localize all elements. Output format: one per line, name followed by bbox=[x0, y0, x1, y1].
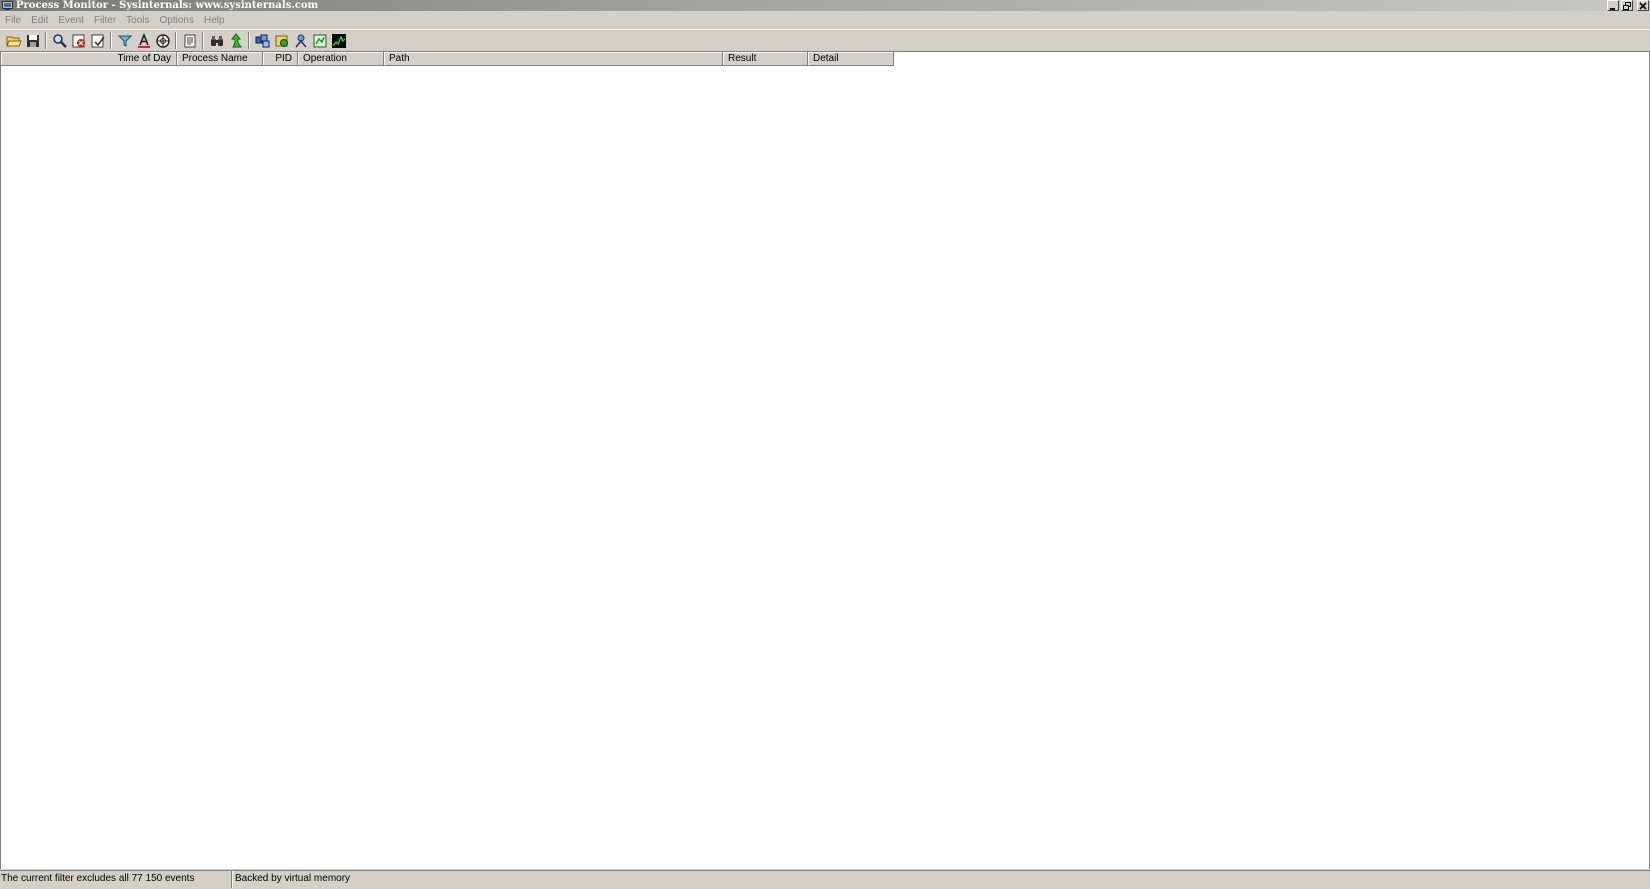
file-activity-button[interactable] bbox=[272, 31, 291, 50]
open-folder-icon bbox=[5, 36, 22, 46]
highlight-icon bbox=[137, 32, 150, 48]
menu-event[interactable]: Event bbox=[53, 13, 89, 29]
menu-bar: File Edit Event Filter Tools Options Hel… bbox=[0, 12, 1650, 29]
column-path[interactable]: Path bbox=[384, 52, 723, 66]
filter-icon bbox=[117, 35, 132, 47]
app-icon bbox=[2, 1, 13, 10]
menu-options[interactable]: Options bbox=[155, 13, 199, 29]
close-button[interactable] bbox=[1637, 0, 1649, 11]
toolbar-separator bbox=[45, 32, 47, 49]
menu-edit[interactable]: Edit bbox=[26, 13, 53, 29]
process-activity-icon bbox=[313, 34, 326, 47]
find-button[interactable] bbox=[207, 31, 226, 50]
registry-activity-icon bbox=[255, 34, 269, 47]
column-operation[interactable]: Operation bbox=[298, 52, 384, 66]
column-process-name[interactable]: Process Name bbox=[177, 52, 263, 66]
menu-tools[interactable]: Tools bbox=[121, 13, 154, 29]
minimize-button[interactable] bbox=[1607, 0, 1619, 11]
window-controls bbox=[1607, 0, 1649, 11]
status-memory-text: Backed by virtual memory bbox=[235, 873, 351, 884]
jump-to-button[interactable] bbox=[226, 31, 245, 50]
status-bar: The current filter excludes all 77 150 e… bbox=[0, 870, 1650, 889]
toolbar-separator bbox=[248, 32, 250, 49]
status-filter-text: The current filter excludes all 77 150 e… bbox=[0, 871, 232, 888]
network-activity-icon bbox=[294, 34, 307, 47]
open-button[interactable] bbox=[4, 31, 23, 50]
toolbar bbox=[0, 29, 1650, 51]
column-time-of-day[interactable]: Time of Day bbox=[1, 52, 177, 66]
capture-button[interactable] bbox=[50, 31, 69, 50]
toolbar-separator bbox=[202, 32, 204, 49]
event-list-body[interactable] bbox=[1, 66, 1650, 869]
column-detail[interactable]: Detail bbox=[808, 52, 894, 66]
column-header: Time of Day Process Name PID Operation P… bbox=[1, 52, 894, 66]
filter-button[interactable] bbox=[115, 31, 134, 50]
clear-button[interactable] bbox=[88, 31, 107, 50]
restore-icon bbox=[1623, 1, 1631, 10]
process-tree-icon bbox=[184, 34, 195, 47]
menu-file[interactable]: File bbox=[0, 13, 26, 29]
restore-button[interactable] bbox=[1621, 0, 1633, 11]
menu-filter[interactable]: Filter bbox=[89, 13, 121, 29]
autoscroll-icon bbox=[72, 34, 85, 47]
save-icon bbox=[26, 34, 39, 47]
include-process-button[interactable] bbox=[153, 31, 172, 50]
toolbar-separator bbox=[175, 32, 177, 49]
menu-help[interactable]: Help bbox=[199, 13, 230, 29]
column-pid[interactable]: PID bbox=[263, 52, 298, 66]
magnifier-icon bbox=[52, 33, 67, 48]
close-icon bbox=[1639, 1, 1647, 10]
highlight-button[interactable] bbox=[134, 31, 153, 50]
network-icon bbox=[155, 33, 170, 48]
registry-activity-button[interactable] bbox=[253, 31, 272, 50]
process-activity-button[interactable] bbox=[310, 31, 329, 50]
find-icon bbox=[210, 35, 223, 46]
process-tree-button[interactable] bbox=[180, 31, 199, 50]
autoscroll-button[interactable] bbox=[69, 31, 88, 50]
save-button[interactable] bbox=[23, 31, 42, 50]
window-title: Process Monitor - Sysinternals: www.sysi… bbox=[16, 0, 319, 11]
column-result[interactable]: Result bbox=[723, 52, 808, 66]
clear-icon bbox=[91, 34, 105, 47]
event-list[interactable]: Time of Day Process Name PID Operation P… bbox=[0, 51, 1650, 869]
toolbar-separator bbox=[110, 32, 112, 49]
title-bar[interactable]: Process Monitor - Sysinternals: www.sysi… bbox=[0, 0, 1650, 11]
profiling-button[interactable] bbox=[329, 31, 348, 50]
jump-to-icon bbox=[230, 32, 242, 47]
network-activity-button[interactable] bbox=[291, 31, 310, 50]
profiling-icon bbox=[331, 33, 346, 48]
process-monitor-window: Process Monitor - Sysinternals: www.sysi… bbox=[0, 0, 1650, 889]
file-activity-icon bbox=[275, 35, 288, 47]
minimize-icon bbox=[1610, 7, 1615, 10]
